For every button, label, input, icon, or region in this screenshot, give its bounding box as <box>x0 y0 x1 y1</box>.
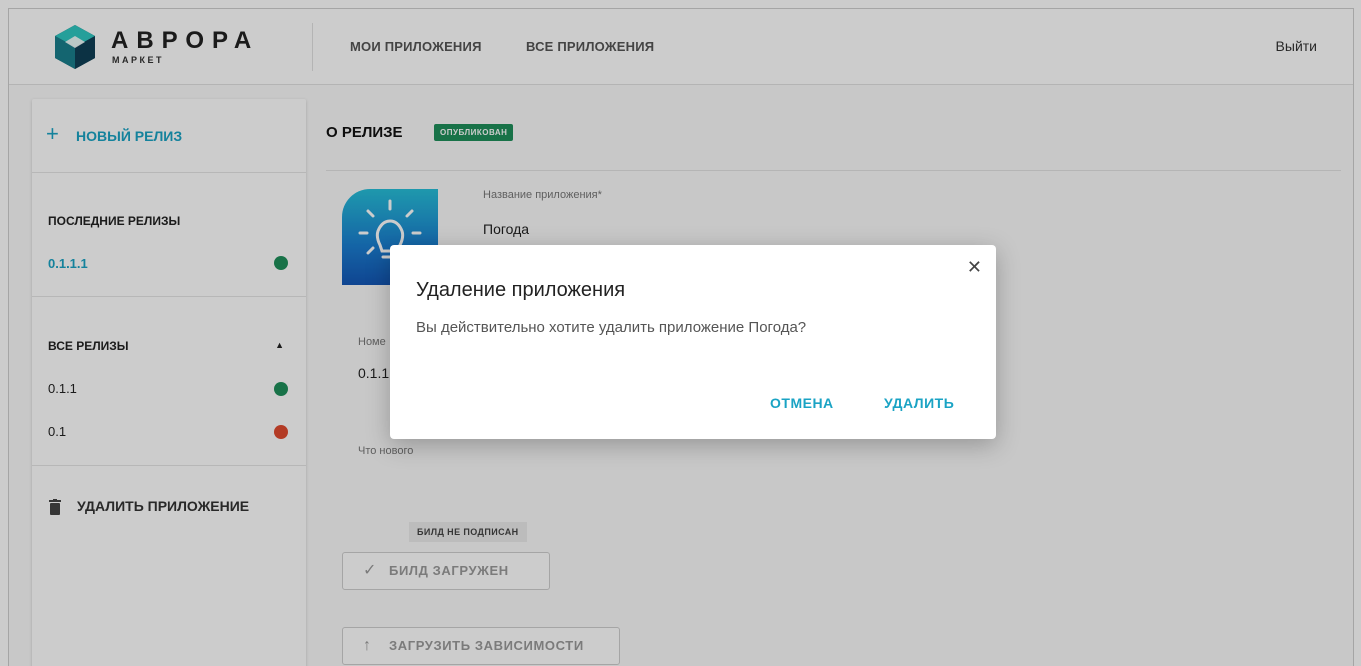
dialog-title: Удаление приложения <box>416 279 626 301</box>
delete-button[interactable]: УДАЛИТЬ <box>884 395 954 411</box>
cancel-button[interactable]: ОТМЕНА <box>770 395 834 411</box>
close-icon[interactable]: ✕ <box>967 257 982 278</box>
delete-app-dialog: ✕ Удаление приложения Вы действительно х… <box>390 245 996 439</box>
dialog-message: Вы действительно хотите удалить приложен… <box>416 319 807 336</box>
